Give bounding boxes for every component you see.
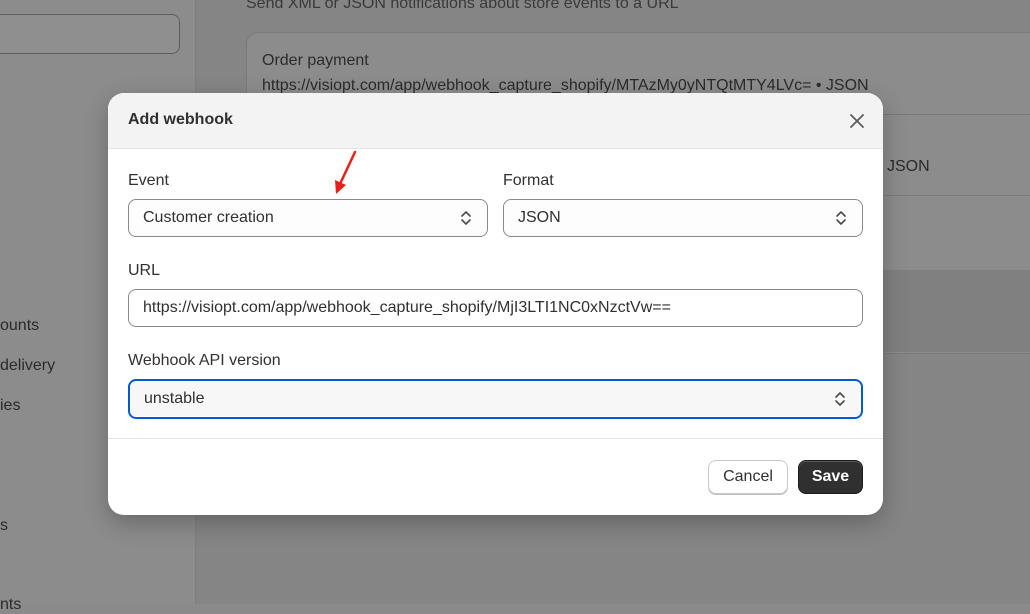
chevron-up-down-icon [827, 389, 853, 409]
api-version-select[interactable]: unstable [128, 379, 863, 419]
webhooks-description: Send XML or JSON notifications about sto… [246, 0, 679, 12]
close-icon [850, 114, 864, 128]
close-button[interactable] [845, 109, 869, 133]
format-label: Format [503, 172, 554, 189]
sidebar-item[interactable]: ies [0, 397, 20, 415]
webhook-format: JSON [887, 158, 930, 175]
sidebar-item[interactable]: ounts [0, 317, 39, 335]
sidebar-item[interactable]: nts [0, 596, 21, 614]
sidebar-item[interactable]: s [0, 517, 8, 535]
footer-divider [108, 438, 883, 439]
url-input[interactable]: https://visiopt.com/app/webhook_capture_… [128, 289, 863, 327]
modal-header: Add webhook [108, 93, 883, 149]
chevron-up-down-icon [828, 208, 854, 228]
add-webhook-modal: Add webhook Event Customer creation Form… [108, 93, 883, 515]
chevron-up-down-icon [453, 208, 479, 228]
format-select-value: JSON [518, 209, 561, 226]
sidebar-search-input[interactable] [0, 14, 180, 54]
api-version-select-value: unstable [144, 390, 205, 407]
format-select[interactable]: JSON [503, 199, 863, 237]
cancel-button[interactable]: Cancel [708, 460, 788, 494]
save-button[interactable]: Save [798, 460, 863, 494]
event-label: Event [128, 172, 169, 189]
webhook-event: Order payment [262, 52, 369, 69]
url-label: URL [128, 262, 161, 279]
sidebar-item[interactable]: delivery [0, 357, 55, 375]
api-version-label: Webhook API version [128, 352, 281, 369]
event-select[interactable]: Customer creation [128, 199, 488, 237]
event-select-value: Customer creation [143, 209, 274, 226]
modal-title: Add webhook [128, 111, 233, 128]
